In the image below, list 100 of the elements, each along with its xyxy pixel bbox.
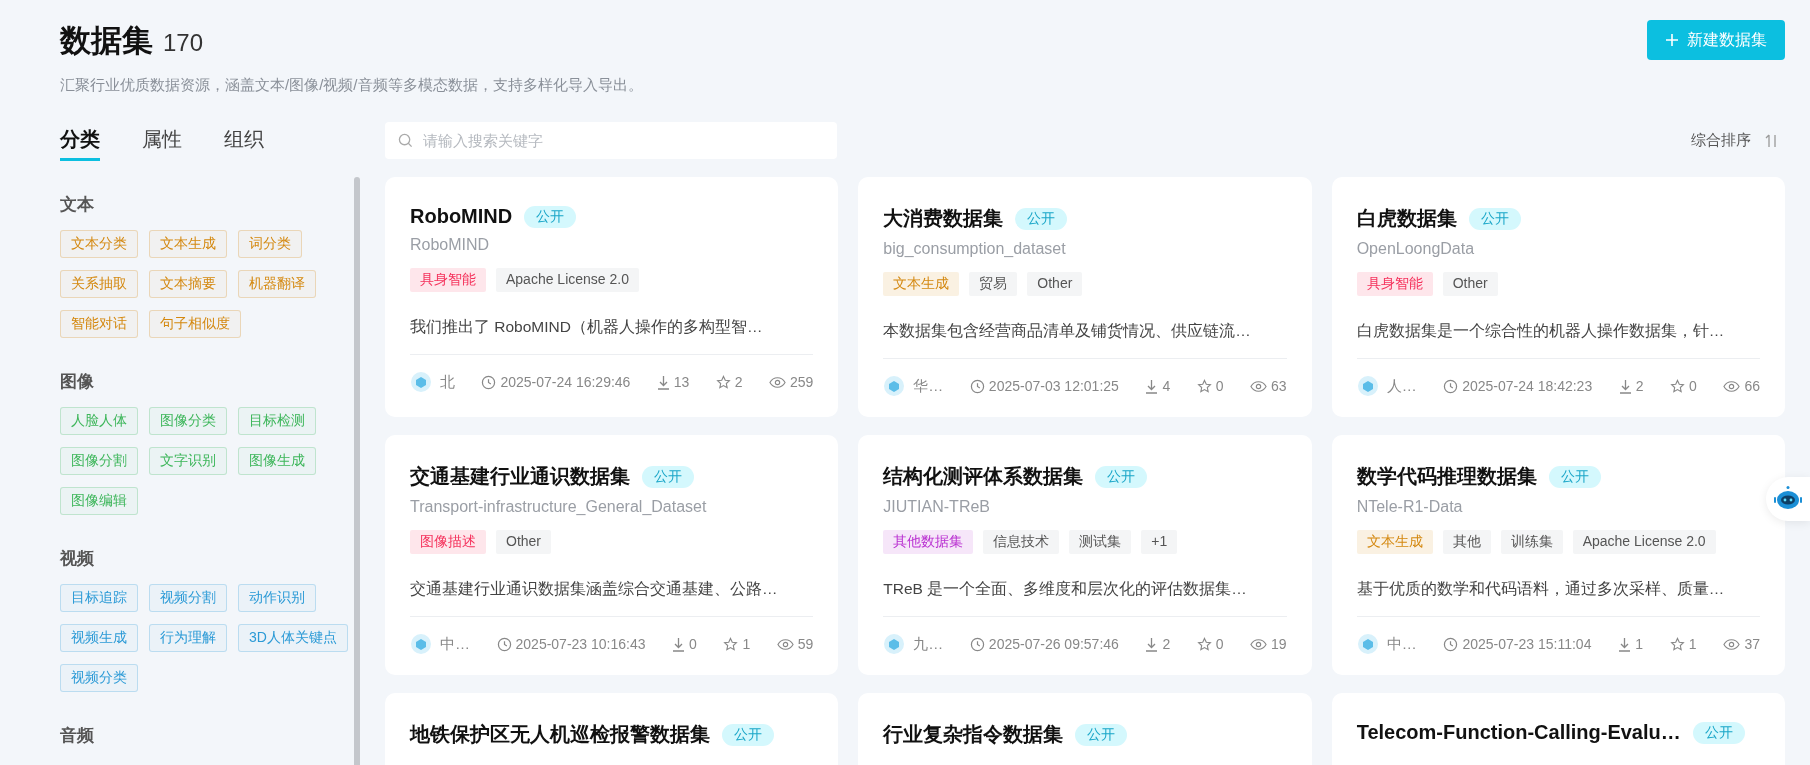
- plus-icon: [1665, 33, 1679, 47]
- download-icon: [1145, 636, 1159, 652]
- dataset-tag: 训练集: [1500, 530, 1563, 554]
- assistant-robot-button[interactable]: [1766, 477, 1810, 521]
- star-count: 0: [1215, 636, 1224, 652]
- category-tag[interactable]: 文本摘要: [149, 270, 227, 298]
- download-icon: [1618, 378, 1632, 394]
- download-icon: [1145, 378, 1159, 394]
- section-heading: 文本: [60, 194, 95, 216]
- section-heading: 音频: [60, 725, 95, 747]
- dataset-description: 白虎数据集是一个综合性的机器人操作数据集，针…: [1356, 321, 1760, 359]
- clock-icon: [496, 636, 512, 652]
- dataset-description: 我们推出了 RoboMIND（机器人操作的多构型智…: [410, 317, 814, 355]
- dataset-card[interactable]: 交通基建行业通识数据集 公开 Transport-infrastructure_General_Dataset 图像描述 Other 交通基建行业通识数据集涵盖综合交通基建、公路… 中… 2025-07-23 10:16:43 0 1 59: [385, 435, 839, 675]
- dataset-card[interactable]: 行业复杂指令数据集 公开: [858, 693, 1312, 765]
- dataset-card[interactable]: 数学代码推理数据集 公开 NTele-R1-Data 文本生成 其他 训练集 Apache License 2.0 基于优质的数学和代码语料，通过多次采样、质量… 中… 2025-07-23 15:11:04 1 1 37: [1331, 435, 1785, 675]
- dataset-card[interactable]: 大消费数据集 公开 big_consumption_dataset 文本生成 贸易 Other 本数据集包含经营商品清单及铺货情况、供应链流… 华… 2025-07-03 12:01:25 4 0 63: [858, 177, 1312, 417]
- public-badge: 公开: [1015, 207, 1068, 230]
- dataset-id: NTele-R1-Data: [1356, 498, 1464, 516]
- updated-time: 2025-07-23 10:16:43: [515, 636, 646, 652]
- dataset-tag: +1: [1141, 530, 1178, 554]
- dataset-tag: Apache License 2.0: [496, 268, 639, 292]
- category-tab[interactable]: 分类: [60, 126, 100, 161]
- category-tag[interactable]: 目标追踪: [60, 584, 138, 612]
- search-field[interactable]: 请输入搜索关键字: [385, 122, 837, 159]
- dataset-id: big_consumption_dataset: [883, 240, 1067, 258]
- dataset-tag: 具身智能: [1356, 272, 1433, 296]
- org-name: 北: [440, 372, 455, 392]
- public-badge: 公开: [1548, 465, 1601, 488]
- clock-icon: [969, 636, 985, 652]
- dataset-card[interactable]: 地铁保护区无人机巡检报警数据集 公开: [385, 693, 839, 765]
- dataset-title: 行业复杂指令数据集: [883, 722, 1064, 747]
- dataset-id: RoboMIND: [410, 236, 491, 254]
- category-tag[interactable]: 目标检测: [238, 407, 316, 435]
- category-tag[interactable]: 文字识别: [149, 447, 227, 475]
- download-count: 2: [1635, 378, 1644, 394]
- dataset-tag: Apache License 2.0: [1572, 530, 1716, 554]
- category-tag[interactable]: 视频生成: [60, 624, 138, 652]
- search-input[interactable]: 请输入搜索关键字: [421, 131, 824, 150]
- category-tag[interactable]: 文本生成: [149, 230, 227, 258]
- download-icon: [672, 636, 686, 652]
- org-logo-icon: [410, 371, 432, 393]
- new-dataset-button[interactable]: 新建数据集: [1647, 20, 1785, 60]
- category-tag[interactable]: 人脸人体: [60, 407, 138, 435]
- dataset-card[interactable]: Telecom-Function-Calling-Evalu… 公开: [1331, 693, 1785, 765]
- public-badge: 公开: [1095, 465, 1148, 488]
- category-tag[interactable]: 句子相似度: [149, 310, 241, 338]
- org-name: 华…: [913, 376, 944, 396]
- category-tag[interactable]: 行为理解: [149, 624, 227, 652]
- star-icon: [1670, 378, 1686, 394]
- dataset-card[interactable]: 白虎数据集 公开 OpenLoongData 具身智能 Other 白虎数据集是一个综合性的机器人操作数据集，针… 人… 2025-07-24 18:42:23 2 0 66: [1331, 177, 1785, 417]
- dataset-tag: Other: [1027, 272, 1083, 296]
- clock-icon: [969, 378, 985, 394]
- star-icon: [1196, 378, 1212, 394]
- download-icon: [656, 374, 670, 390]
- public-badge: 公开: [642, 465, 694, 488]
- category-tag[interactable]: 图像编辑: [60, 487, 138, 515]
- dataset-count: 170: [163, 29, 204, 57]
- star-count: 2: [734, 374, 743, 390]
- clock-icon: [481, 374, 497, 390]
- category-tag[interactable]: 视频分类: [60, 664, 138, 692]
- view-count: 37: [1744, 636, 1760, 652]
- category-tag[interactable]: 3D人体关键点: [238, 624, 348, 652]
- updated-time: 2025-07-24 18:42:23: [1462, 378, 1593, 394]
- category-tag[interactable]: 图像分类: [149, 407, 227, 435]
- category-tag[interactable]: 词分类: [238, 230, 302, 258]
- sort-icon: [1765, 132, 1779, 149]
- dataset-title: RoboMIND: [410, 205, 513, 228]
- star-count: 0: [1689, 378, 1697, 394]
- public-badge: 公开: [1075, 723, 1128, 746]
- dataset-title: Telecom-Function-Calling-Evalu…: [1356, 721, 1681, 744]
- category-tag[interactable]: 文本分类: [60, 230, 138, 258]
- dataset-tag: Other: [1442, 272, 1498, 296]
- dataset-title: 大消费数据集: [883, 206, 1004, 231]
- category-tag[interactable]: 关系抽取: [60, 270, 138, 298]
- public-badge: 公开: [524, 205, 577, 228]
- sort-button[interactable]: 综合排序: [1685, 130, 1785, 151]
- category-tag[interactable]: 图像分割: [60, 447, 138, 475]
- dataset-title: 白虎数据集: [1356, 206, 1457, 231]
- star-count: 1: [1688, 636, 1697, 652]
- dataset-title: 数学代码推理数据集: [1356, 464, 1537, 489]
- public-badge: 公开: [722, 723, 774, 746]
- clock-icon: [1443, 378, 1459, 394]
- dataset-tag: 其他数据集: [883, 530, 974, 554]
- category-tag[interactable]: 智能对话: [60, 310, 138, 338]
- category-tag[interactable]: 视频分割: [149, 584, 227, 612]
- category-tag[interactable]: 机器翻译: [238, 270, 316, 298]
- star-icon: [723, 636, 739, 652]
- category-tab[interactable]: 属性: [142, 126, 182, 161]
- download-count: 1: [1635, 636, 1643, 652]
- category-tag[interactable]: 动作识别: [238, 584, 316, 612]
- dataset-tag: 贸易: [969, 272, 1018, 296]
- org-logo-icon: [1356, 375, 1379, 397]
- page-title: 数据集: [60, 22, 153, 60]
- category-tag[interactable]: 图像生成: [238, 447, 316, 475]
- dataset-tag: Other: [496, 530, 551, 554]
- dataset-card[interactable]: RoboMIND 公开 RoboMIND 具身智能 Apache License 2.0 我们推出了 RoboMIND（机器人操作的多构型智… 北 2025-07-24 16:29:46 13 2 259: [385, 177, 839, 417]
- category-tab[interactable]: 组织: [224, 126, 264, 161]
- section-heading: 图像: [60, 371, 95, 393]
- dataset-card[interactable]: 结构化测评体系数据集 公开 JIUTIAN-TReB 其他数据集 信息技术 测试集 +1 TReB 是一个全面、多维度和层次化的评估数据集… 九… 2025-07-26 09:57:46 2 0 19: [858, 435, 1312, 675]
